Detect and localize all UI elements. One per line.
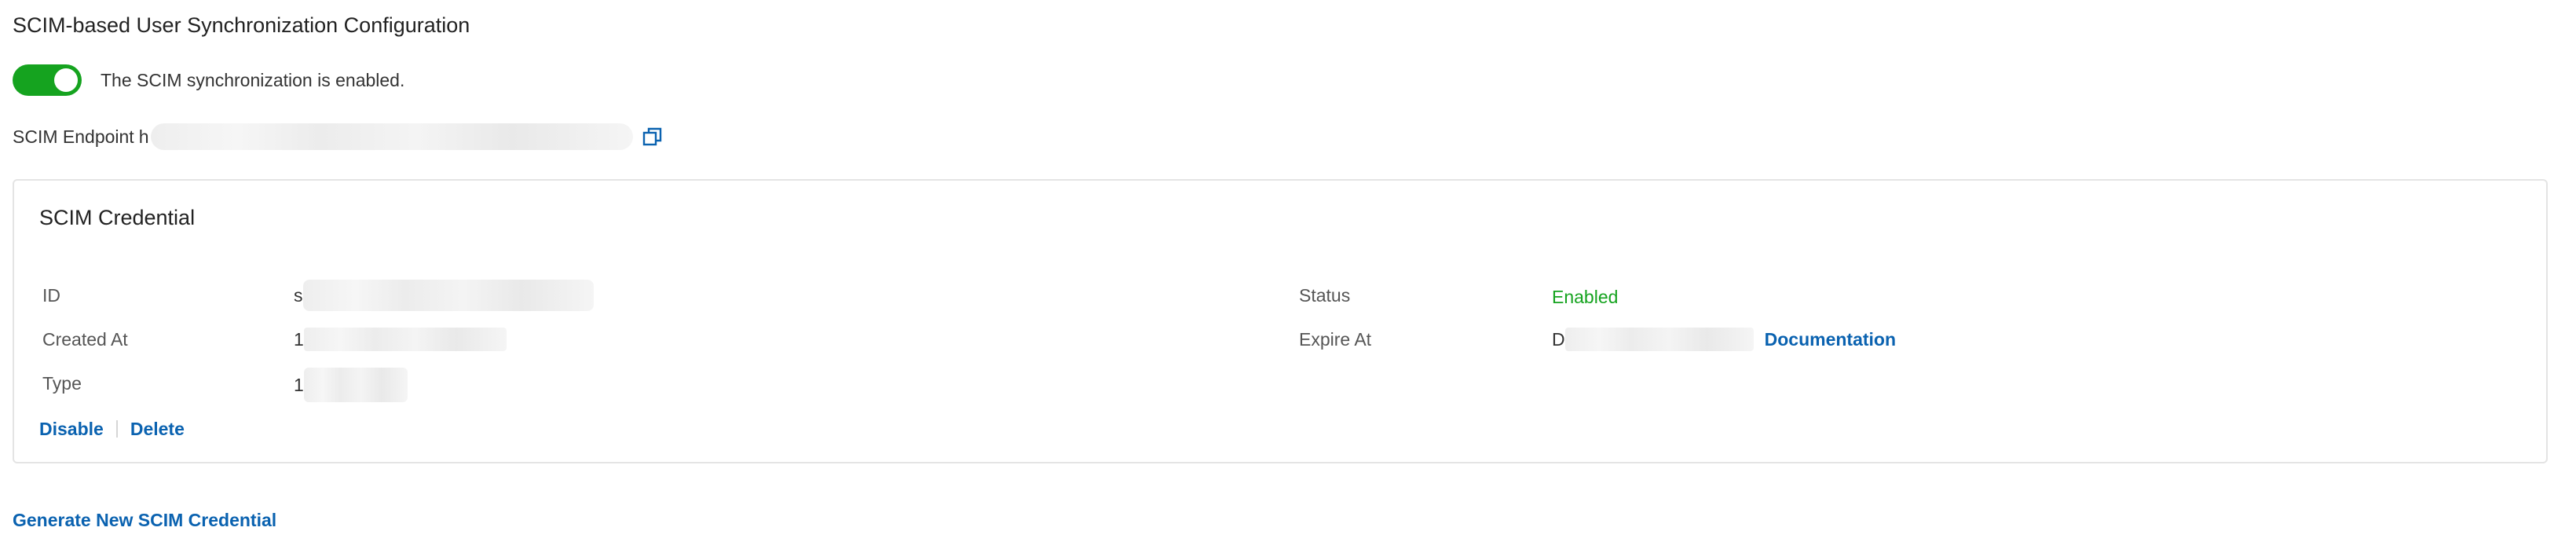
page-title: SCIM-based User Synchronization Configur…	[13, 13, 470, 37]
action-divider	[115, 420, 118, 438]
created-at-value-text: 1	[294, 329, 304, 350]
status-label: Status	[1299, 285, 1351, 306]
endpoint-value: h	[138, 126, 149, 147]
expire-at-label: Expire At	[1299, 329, 1372, 350]
credential-actions: Disable Delete	[39, 413, 185, 445]
scim-credential-card: SCIM Credential ID s Created At 1 Type 1…	[13, 179, 2548, 463]
expire-at-value-text: D	[1552, 329, 1565, 350]
status-value: Enabled	[1552, 287, 1619, 307]
sync-status-text: The SCIM synchronization is enabled.	[101, 69, 405, 90]
id-value-text: s	[294, 285, 303, 306]
scim-sync-toggle[interactable]	[13, 64, 82, 96]
credential-title: SCIM Credential	[39, 206, 196, 229]
created-at-label: Created At	[42, 329, 128, 350]
endpoint-label: SCIM Endpoint	[13, 126, 134, 147]
expire-at-value: D Documentation	[1552, 324, 1896, 355]
type-redacted	[303, 368, 408, 402]
documentation-link[interactable]: Documentation	[1765, 324, 1896, 355]
disable-button[interactable]: Disable	[39, 419, 104, 440]
sync-toggle-row: The SCIM synchronization is enabled.	[13, 64, 404, 96]
copy-icon[interactable]	[642, 126, 663, 147]
expire-at-redacted	[1564, 328, 1754, 351]
generate-credential-link[interactable]: Generate New SCIM Credential	[13, 504, 276, 536]
endpoint-row: SCIM Endpoint h	[13, 121, 663, 152]
type-value-text: 1	[294, 375, 304, 395]
endpoint-redacted	[150, 123, 633, 150]
id-label: ID	[42, 285, 60, 306]
toggle-knob	[54, 68, 78, 92]
delete-button[interactable]: Delete	[130, 419, 185, 440]
type-value: 1	[294, 368, 408, 402]
created-at-value: 1	[294, 324, 507, 355]
type-label: Type	[42, 373, 82, 394]
id-value: s	[294, 280, 594, 311]
created-at-redacted	[303, 328, 507, 351]
id-redacted	[302, 280, 594, 311]
